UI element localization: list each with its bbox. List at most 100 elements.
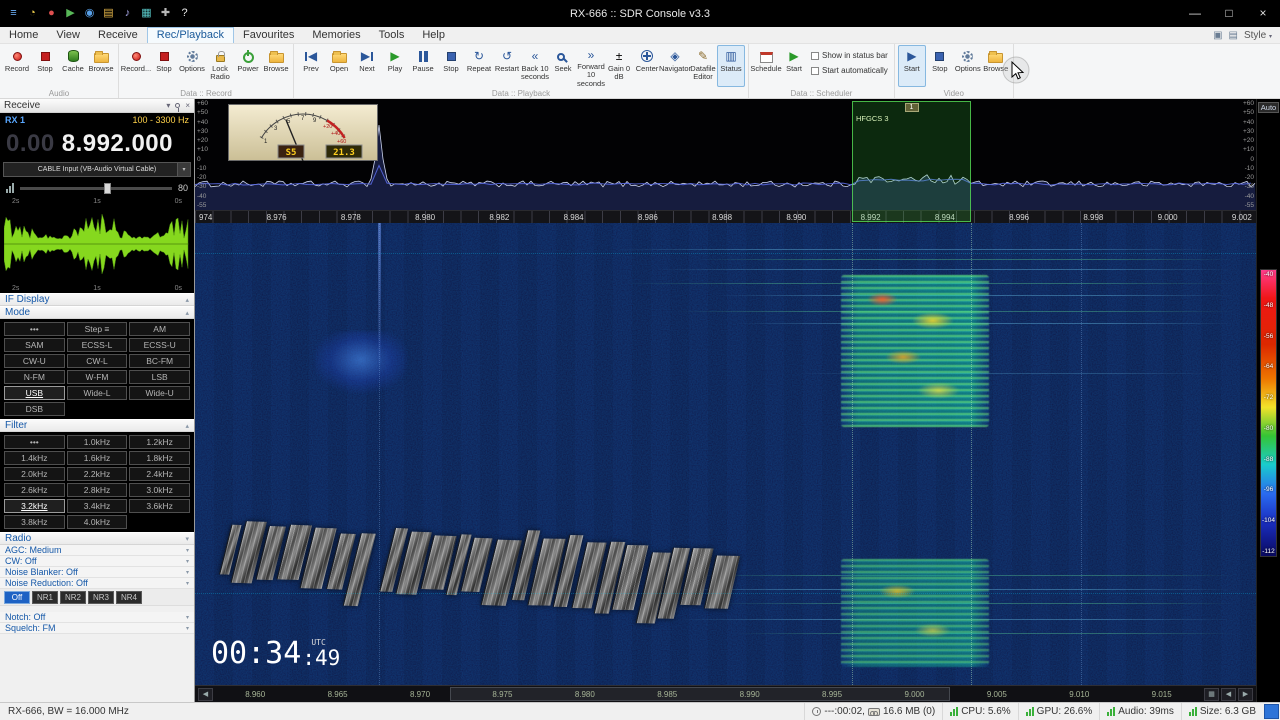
mode-button[interactable]: Wide-L	[66, 386, 128, 400]
close-button[interactable]: ×	[1246, 0, 1280, 27]
squelch-row[interactable]: Squelch: FM ▾	[0, 623, 194, 634]
audio-record-button[interactable]: Record	[3, 45, 31, 87]
playback-forward10-button[interactable]: » Forward 10 seconds	[577, 45, 605, 88]
start-automatically-checkbox[interactable]: Start automatically	[811, 65, 888, 76]
scheduler-start-button[interactable]: ▶ Start	[780, 45, 808, 87]
pan-left-button[interactable]: ◀	[1221, 687, 1236, 701]
selection-badge[interactable]: 1	[904, 103, 919, 112]
menu-tab[interactable]: Help	[413, 27, 454, 43]
mode-button[interactable]: Wide-U	[129, 386, 190, 400]
audio-device-select[interactable]: CABLE Input (VB-Audio Virtual Cable) ▾	[3, 162, 191, 177]
schedule-button[interactable]: Schedule	[750, 45, 782, 87]
audio-icon[interactable]: ♪	[120, 6, 135, 21]
mode-button[interactable]: AM	[129, 322, 190, 336]
folder-icon[interactable]: ▤	[101, 6, 116, 21]
filter-button[interactable]: 1.0kHz	[66, 435, 128, 449]
video-start-button[interactable]: ▶ Start	[897, 45, 926, 87]
filter-button[interactable]: 1.8kHz	[129, 451, 190, 465]
mode-button[interactable]: Step ≡	[66, 322, 128, 336]
frequency-selection-hfgcs[interactable]: 1 HFGCS 3	[852, 101, 971, 222]
playback-repeat-button[interactable]: ↻ Repeat	[465, 45, 493, 87]
mode-button[interactable]: SAM	[4, 338, 65, 352]
spectrum-display[interactable]: +60 +50 +40 +30 +20 +10 0 -10 -20 -30 -40 -55 +60 +5…	[195, 99, 1256, 210]
playback-seek-button[interactable]: Seek	[549, 45, 577, 87]
pan-right-button[interactable]: ▶	[1238, 687, 1253, 701]
playback-gain-button[interactable]: ± Gain 0 dB	[605, 45, 633, 87]
volume-slider-thumb[interactable]	[103, 182, 111, 194]
data-record-stop-button[interactable]: Stop	[150, 45, 178, 87]
video-browse-button[interactable]: Browse	[982, 45, 1010, 87]
audio-stop-button[interactable]: Stop	[31, 45, 59, 87]
if-display-header[interactable]: IF Display ▴	[0, 293, 194, 306]
play-icon[interactable]: ▶	[63, 6, 78, 21]
mode-button[interactable]: ECSS-U	[129, 338, 190, 352]
data-record-options-button[interactable]: Options	[178, 45, 206, 87]
spectrum-frequency-scale[interactable]: 974 8.976 8.978 8.980 8.982 8.984 8.986 8.988 8.…	[195, 210, 1256, 223]
power-button[interactable]: Power	[234, 45, 262, 87]
mode-button[interactable]: LSB	[129, 370, 190, 384]
playback-center-button[interactable]: Center	[633, 45, 661, 87]
playback-back10-button[interactable]: «Back 10 seconds	[521, 45, 549, 87]
clock-icon[interactable]: ◔	[25, 6, 40, 21]
menu-tab[interactable]: Favourites	[234, 27, 303, 43]
playback-pause-button[interactable]: Pause	[409, 45, 437, 87]
filter-button[interactable]: 3.4kHz	[66, 499, 128, 513]
filter-button[interactable]: 3.2kHz	[4, 499, 65, 513]
filter-button[interactable]: 3.0kHz	[129, 483, 190, 497]
tools-icon[interactable]: ✚	[158, 6, 173, 21]
noise-reduction-button[interactable]: NR4	[116, 590, 142, 604]
pin-icon[interactable]	[175, 103, 181, 112]
filter-header[interactable]: Filter ▴	[0, 419, 194, 432]
playback-stop-button[interactable]: Stop	[437, 45, 465, 87]
mode-button[interactable]: DSB	[4, 402, 65, 416]
lock-radio-button[interactable]: Lock Radio	[206, 45, 234, 87]
maximize-button[interactable]: □	[1212, 0, 1246, 27]
noise-reduction-button[interactable]: NR2	[60, 590, 86, 604]
playback-play-button[interactable]: ▶ Play	[381, 45, 409, 87]
help-icon[interactable]: ?	[177, 6, 192, 21]
noise-blanker-row[interactable]: Noise Blanker: Off ▾	[0, 567, 194, 578]
minimize-button[interactable]: —	[1178, 0, 1212, 27]
mode-button[interactable]: ECSS-L	[66, 338, 128, 352]
style-menu[interactable]: Style ▾	[1244, 30, 1272, 41]
grid-view-button[interactable]: ▦	[1204, 687, 1219, 701]
data-record-button[interactable]: Record...	[121, 45, 151, 87]
windows-icon[interactable]: ▤	[1229, 30, 1238, 41]
data-record-browse-button[interactable]: Browse	[262, 45, 290, 87]
noise-reduction-button[interactable]: NR3	[88, 590, 114, 604]
mode-button[interactable]: CW-L	[66, 354, 128, 368]
menu-tab[interactable]: Home	[0, 27, 47, 43]
mode-button[interactable]: USB	[4, 386, 65, 400]
close-panel-icon[interactable]: ×	[185, 101, 190, 110]
notch-row[interactable]: Notch: Off ▾	[0, 612, 194, 623]
record-icon[interactable]: ●	[44, 6, 59, 21]
datafile-editor-button[interactable]: ✎ Datafile Editor	[689, 45, 717, 87]
audio-browse-button[interactable]: Browse	[87, 45, 115, 87]
resize-grip[interactable]	[1264, 704, 1279, 719]
cw-row[interactable]: CW: Off ▾	[0, 556, 194, 567]
chevron-down-icon[interactable]: ▾	[166, 101, 170, 110]
frequency-display[interactable]: 0.00 8.992.000	[0, 127, 194, 160]
filter-button[interactable]: 2.6kHz	[4, 483, 65, 497]
volume-slider[interactable]	[20, 182, 172, 194]
playback-next-button[interactable]: ▶ Next	[353, 45, 381, 87]
pan-left-button[interactable]: ◀	[198, 687, 213, 701]
playback-restart-button[interactable]: ↺ Restart	[493, 45, 521, 87]
mode-button[interactable]: BC-FM	[129, 354, 190, 368]
menu-tab[interactable]: View	[47, 27, 89, 43]
mode-button[interactable]: CW-U	[4, 354, 65, 368]
filter-button[interactable]: 3.6kHz	[129, 499, 190, 513]
globe-icon[interactable]: ◉	[82, 6, 97, 21]
filter-button[interactable]: 2.4kHz	[129, 467, 190, 481]
spectrum-area[interactable]: +60 +50 +40 +30 +20 +10 0 -10 -20 -30 -40 -55 +60 +5…	[195, 99, 1256, 223]
grid-icon[interactable]: ▦	[139, 6, 154, 21]
mode-header[interactable]: Mode ▴	[0, 306, 194, 319]
filter-button[interactable]: 1.2kHz	[129, 435, 190, 449]
video-options-button[interactable]: Options	[954, 45, 982, 87]
noise-reduction-button[interactable]: Off	[4, 590, 30, 604]
menu-tab[interactable]: Memories	[303, 27, 369, 43]
menu-tab[interactable]: Rec/Playback	[146, 27, 235, 43]
filter-button[interactable]: 3.8kHz	[4, 515, 65, 529]
playback-open-button[interactable]: Open	[325, 45, 353, 87]
mode-button[interactable]: W-FM	[66, 370, 128, 384]
